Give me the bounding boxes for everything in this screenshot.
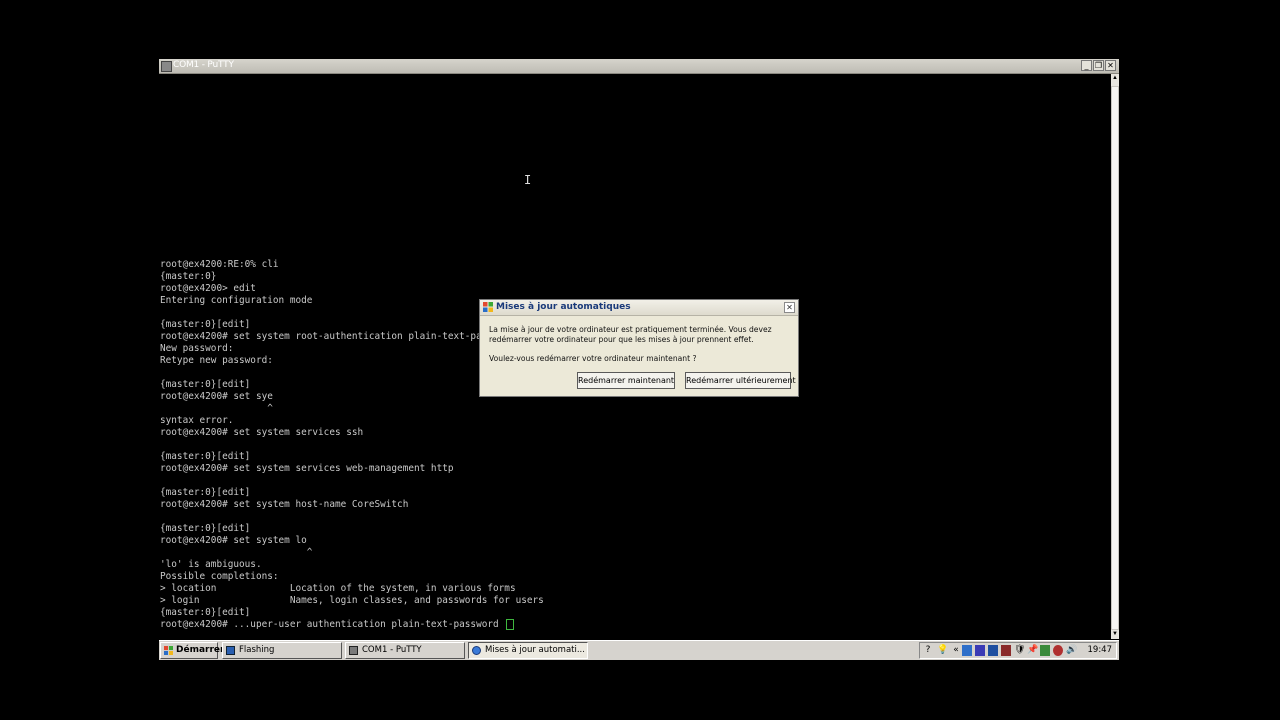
scroll-down-icon[interactable]: ▼ xyxy=(1111,630,1119,639)
taskbar: Démarrer Flashing COM1 - PuTTY Mises à j… xyxy=(159,640,1119,660)
taskbar-item-flashing[interactable]: Flashing xyxy=(222,642,342,659)
terminal-line: > location Location of the system, in va… xyxy=(160,583,1105,595)
system-tray: ? 💡 « 🛡 📌 🔊 19:47 xyxy=(919,642,1117,659)
terminal-line: root@ex4200:RE:0% cli xyxy=(160,259,1105,271)
terminal-line-text: syntax error. xyxy=(160,415,234,426)
update-alert-icon[interactable] xyxy=(1053,645,1063,656)
terminal-line: root@ex4200# set system lo xyxy=(160,535,1105,547)
auto-update-dialog[interactable]: Mises à jour automatiques ✕ La mise à jo… xyxy=(479,299,799,397)
dialog-message-line2: redémarrer votre ordinateur pour que les… xyxy=(489,335,754,344)
antivirus-icon[interactable] xyxy=(1040,645,1050,656)
start-label: Démarrer xyxy=(176,645,225,655)
terminal-line: ^ xyxy=(160,547,1105,559)
terminal-line-text: Possible completions: xyxy=(160,571,279,582)
terminal-line: {master:0} xyxy=(160,271,1105,283)
help-icon[interactable]: ? xyxy=(923,645,933,656)
terminal-line-text: root@ex4200> edit xyxy=(160,283,256,294)
terminal-line-text: > login Names, login classes, and passwo… xyxy=(160,595,544,606)
terminal-line-text: root@ex4200# set system host-name CoreSw… xyxy=(160,499,409,510)
volume-icon[interactable]: 🔊 xyxy=(1066,645,1077,656)
terminal-line: {master:0}[edit] xyxy=(160,607,1105,619)
clock: 19:47 xyxy=(1087,645,1113,655)
shield-icon[interactable]: 🛡 xyxy=(1014,645,1025,656)
putty-titlebar[interactable]: COM1 - PuTTY _ ❐ ✕ xyxy=(159,59,1119,74)
task-label: COM1 - PuTTY xyxy=(362,645,422,655)
dialog-title: Mises à jour automatiques xyxy=(496,302,631,312)
scroll-thumb[interactable] xyxy=(1111,86,1119,630)
terminal-cursor xyxy=(506,619,515,630)
terminal-line: root@ex4200# set system services web-man… xyxy=(160,463,1105,475)
window-app-icon xyxy=(226,646,235,655)
terminal-line-text: root@ex4200:RE:0% cli xyxy=(160,259,279,270)
terminal-line: root@ex4200# ...uper-user authentication… xyxy=(160,619,1105,631)
task-label: Flashing xyxy=(239,645,275,655)
terminal-line-text: ^ xyxy=(160,547,313,558)
putty-icon xyxy=(349,646,358,655)
terminal-line: {master:0}[edit] xyxy=(160,487,1105,499)
task-label: Mises à jour automati... xyxy=(485,645,585,655)
terminal-line: root@ex4200> edit xyxy=(160,283,1105,295)
chevron-left-icon[interactable]: « xyxy=(951,645,961,656)
security-icon[interactable] xyxy=(1001,645,1011,656)
bulb-icon[interactable]: 💡 xyxy=(937,645,948,656)
terminal-line-text: New password: xyxy=(160,343,234,354)
terminal-line-text: root@ex4200# set sye xyxy=(160,391,273,402)
terminal-line-text: root@ex4200# set system root-authenticat… xyxy=(160,331,516,342)
restart-later-button[interactable]: Redémarrer ultérieurement xyxy=(685,372,796,389)
terminal-line-text: Entering configuration mode xyxy=(160,295,313,306)
restart-now-button[interactable]: Redémarrer maintenant xyxy=(577,372,675,389)
terminal-line-text: 'lo' is ambiguous. xyxy=(160,559,262,570)
terminal-line: {master:0}[edit] xyxy=(160,523,1105,535)
terminal-line-text: {master:0}[edit] xyxy=(160,523,251,534)
windows-flag-icon xyxy=(164,646,173,655)
terminal-line-text: root@ex4200# set system lo xyxy=(160,535,307,546)
minimize-button[interactable]: _ xyxy=(1081,60,1092,71)
terminal-line: root@ex4200# set system services ssh xyxy=(160,427,1105,439)
close-button[interactable]: ✕ xyxy=(1105,60,1116,71)
dialog-titlebar[interactable]: Mises à jour automatiques ✕ xyxy=(480,300,798,316)
terminal-line: 'lo' is ambiguous. xyxy=(160,559,1105,571)
dialog-message-line1: La mise à jour de votre ordinateur est p… xyxy=(489,325,772,334)
terminal-line-text: > location Location of the system, in va… xyxy=(160,583,516,594)
terminal-line-text: {master:0}[edit] xyxy=(160,319,251,330)
network-icon[interactable] xyxy=(962,645,972,656)
windows-update-icon xyxy=(483,302,493,312)
windows-update-icon xyxy=(472,646,481,655)
terminal-line-text: {master:0} xyxy=(160,271,217,282)
terminal-line: root@ex4200# set system host-name CoreSw… xyxy=(160,499,1105,511)
dialog-question: Voulez-vous redémarrer votre ordinateur … xyxy=(489,354,697,363)
terminal-line: > login Names, login classes, and passwo… xyxy=(160,595,1105,607)
maximize-button[interactable]: ❐ xyxy=(1093,60,1104,71)
terminal-line: {master:0}[edit] xyxy=(160,451,1105,463)
terminal-line-text: Retype new password: xyxy=(160,355,273,366)
terminal-line: syntax error. xyxy=(160,415,1105,427)
vertical-scrollbar[interactable]: ▲ ▼ xyxy=(1111,74,1119,639)
app-tray-icon[interactable] xyxy=(988,645,998,656)
start-button[interactable]: Démarrer xyxy=(160,642,224,659)
terminal-line-text: {master:0}[edit] xyxy=(160,379,251,390)
putty-icon xyxy=(161,61,172,72)
taskbar-item-updates[interactable]: Mises à jour automati... xyxy=(468,642,588,659)
terminal-line: Possible completions: xyxy=(160,571,1105,583)
monitor-icon[interactable] xyxy=(975,645,985,656)
terminal-line-text: {master:0}[edit] xyxy=(160,451,251,462)
terminal-line-text: {master:0}[edit] xyxy=(160,607,251,618)
window-title: COM1 - PuTTY xyxy=(173,60,234,70)
text-cursor-icon: I xyxy=(524,173,532,187)
taskbar-item-putty[interactable]: COM1 - PuTTY xyxy=(345,642,465,659)
terminal-line-text: ^ xyxy=(160,403,273,414)
scroll-up-icon[interactable]: ▲ xyxy=(1111,74,1119,83)
terminal-line-text: root@ex4200# ...uper-user authentication… xyxy=(160,619,505,630)
terminal-line-text: {master:0}[edit] xyxy=(160,487,251,498)
terminal-line-text: root@ex4200# set system services ssh xyxy=(160,427,364,438)
terminal-line-text: root@ex4200# set system services web-man… xyxy=(160,463,454,474)
terminal-line: ^ xyxy=(160,403,1105,415)
dialog-close-button[interactable]: ✕ xyxy=(784,302,795,313)
pin-icon[interactable]: 📌 xyxy=(1027,645,1038,656)
